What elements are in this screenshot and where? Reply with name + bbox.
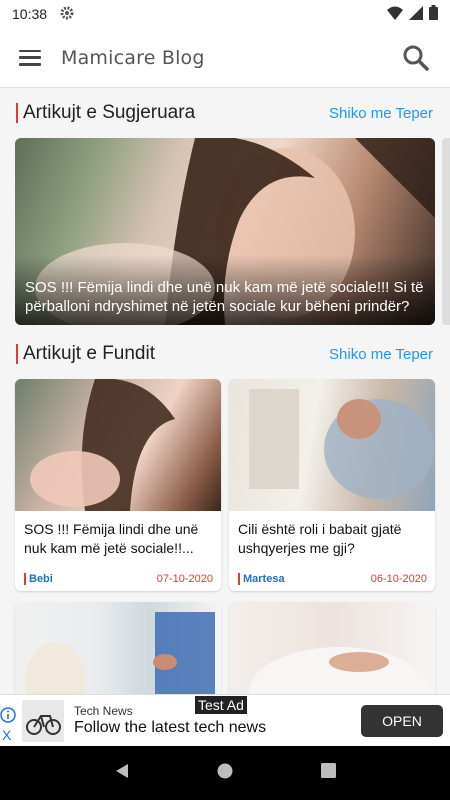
back-icon[interactable] [114,763,130,784]
ad-close-icon[interactable]: X [2,727,11,743]
ad-thumbnail [22,700,64,742]
wifi-icon [387,6,403,23]
article-image [15,379,221,511]
article-author: Bebi [24,573,53,585]
status-bar: 10:38 [0,0,450,28]
section-accent-bar [16,103,18,123]
article-date: 06-10-2020 [370,573,427,585]
section-accent-bar [16,344,18,364]
settings-gear-icon [59,5,75,24]
latest-section-header: Artikujt e Fundit Shiko me Teper [0,340,450,368]
status-time: 10:38 [12,6,48,22]
article-card[interactable] [229,602,435,694]
article-card[interactable] [15,602,221,694]
search-icon[interactable] [402,44,430,72]
app-bar: Mamicare Blog [0,28,450,88]
system-nav-bar [0,746,450,800]
article-date: 07-10-2020 [156,573,213,585]
article-meta: Martesa 06-10-2020 [229,563,435,585]
article-image [229,602,435,694]
ad-open-button[interactable]: OPEN [361,705,443,737]
suggested-section-header: Artikujt e Sugjeruara Shiko me Teper [0,99,450,127]
battery-icon [429,5,438,23]
recents-icon[interactable] [321,763,337,783]
article-meta: Bebi 07-10-2020 [15,563,221,585]
suggested-see-more-link[interactable]: Shiko me Teper [329,105,433,122]
article-image [15,602,221,694]
suggested-heading: Artikujt e Sugjeruara [23,102,196,123]
ad-headline: Follow the latest tech news [74,719,267,736]
test-ad-label: Test Ad [195,696,247,714]
latest-heading: Artikujt e Fundit [23,343,155,364]
article-title: Cili është roli i babait gjatë ushqyerje… [238,521,402,556]
app-title: Mamicare Blog [61,46,205,69]
hamburger-menu-icon[interactable] [19,49,41,66]
article-card[interactable]: SOS !!! Fëmija lindi dhe unë nuk kam më … [15,379,221,591]
ad-banner[interactable]: Test Ad X Tech News Follow the latest te… [0,694,450,746]
article-image [229,379,435,511]
article-author: Martesa [238,573,285,585]
suggested-hero-card[interactable]: SOS !!! Fëmija lindi dhe unë nuk kam më … [15,138,435,325]
signal-icon [409,5,423,23]
article-card[interactable]: Cili është roli i babait gjatë ushqyerje… [229,379,435,591]
home-icon[interactable] [217,763,233,784]
ad-brand: Tech News [74,704,133,718]
article-title: SOS !!! Fëmija lindi dhe unë nuk kam më … [24,521,199,556]
hero-article-title: SOS !!! Fëmija lindi dhe unë nuk kam më … [25,279,424,315]
ad-info-icon[interactable] [0,707,16,723]
latest-see-more-link[interactable]: Shiko me Teper [329,346,433,363]
next-hero-card-peek[interactable] [442,138,450,325]
